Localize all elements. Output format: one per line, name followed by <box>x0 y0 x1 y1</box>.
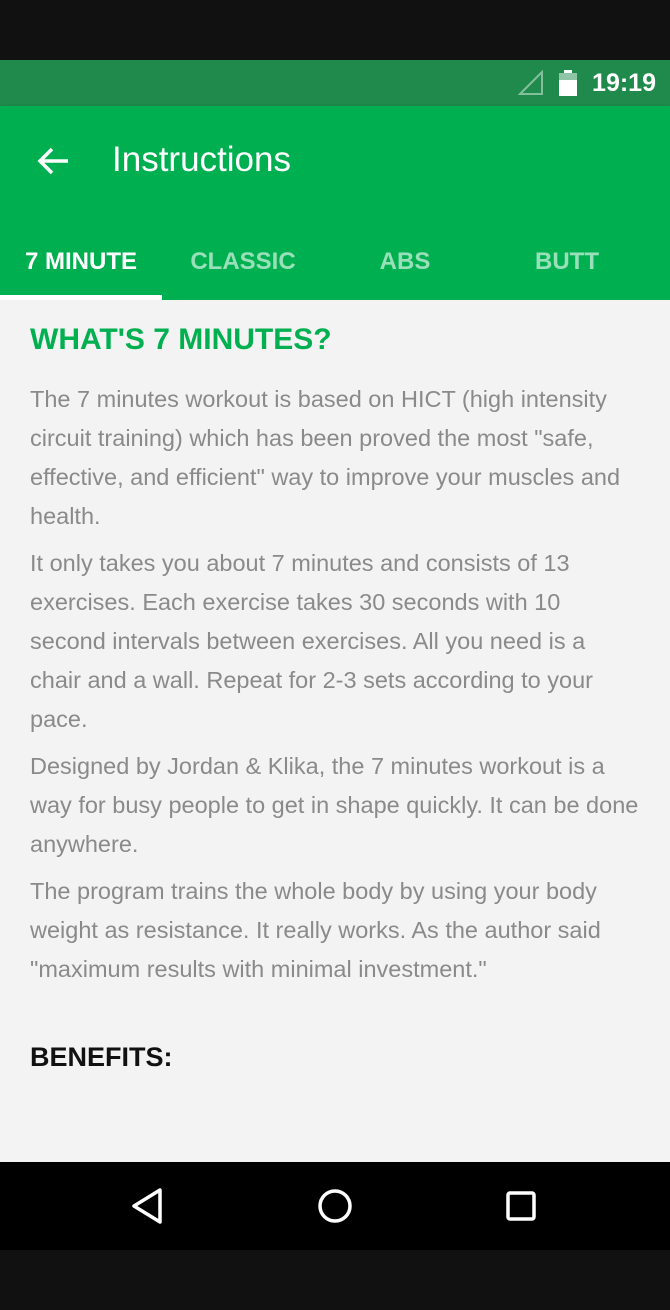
nav-home-button[interactable] <box>311 1182 359 1230</box>
back-button[interactable] <box>28 136 78 186</box>
instructions-content[interactable]: WHAT'S 7 MINUTES? The 7 minutes workout … <box>0 300 670 1162</box>
top-screen-border <box>0 0 670 60</box>
home-circle-icon <box>318 1189 352 1223</box>
back-triangle-icon <box>132 1188 162 1224</box>
section-heading: WHAT'S 7 MINUTES? <box>30 323 332 356</box>
nav-recents-button[interactable] <box>497 1182 545 1230</box>
tab-butt[interactable]: BUTT <box>486 224 648 300</box>
bottom-screen-border <box>0 1250 670 1310</box>
paragraph-duration: It only takes you about 7 minutes and co… <box>30 550 593 732</box>
nav-back-button[interactable] <box>124 1182 172 1230</box>
page-title: Instructions <box>112 140 291 179</box>
tab-bar: 7 MINUTE CLASSIC ABS BUTT <box>0 224 670 300</box>
paragraph-designers: Designed by Jordan & Klika, the 7 minute… <box>30 753 639 857</box>
app-bar: Instructions 7 MINUTE CLASSIC ABS BUTT <box>0 106 670 300</box>
recents-square-icon <box>506 1191 536 1221</box>
battery-icon <box>559 70 578 96</box>
tab-classic[interactable]: CLASSIC <box>162 224 324 300</box>
paragraph-hict: The 7 minutes workout is based on HICT (… <box>30 386 621 529</box>
navigation-bar <box>0 1162 670 1250</box>
paragraph-program: The program trains the whole body by usi… <box>30 878 601 982</box>
arrow-left-icon <box>37 147 68 175</box>
benefits-heading: BENEFITS: <box>30 1042 173 1072</box>
tab-abs[interactable]: ABS <box>324 224 486 300</box>
status-bar: 19:19 <box>0 60 670 106</box>
signal-icon <box>518 70 544 95</box>
tab-7-minute[interactable]: 7 MINUTE <box>0 224 162 300</box>
status-time: 19:19 <box>592 68 656 97</box>
